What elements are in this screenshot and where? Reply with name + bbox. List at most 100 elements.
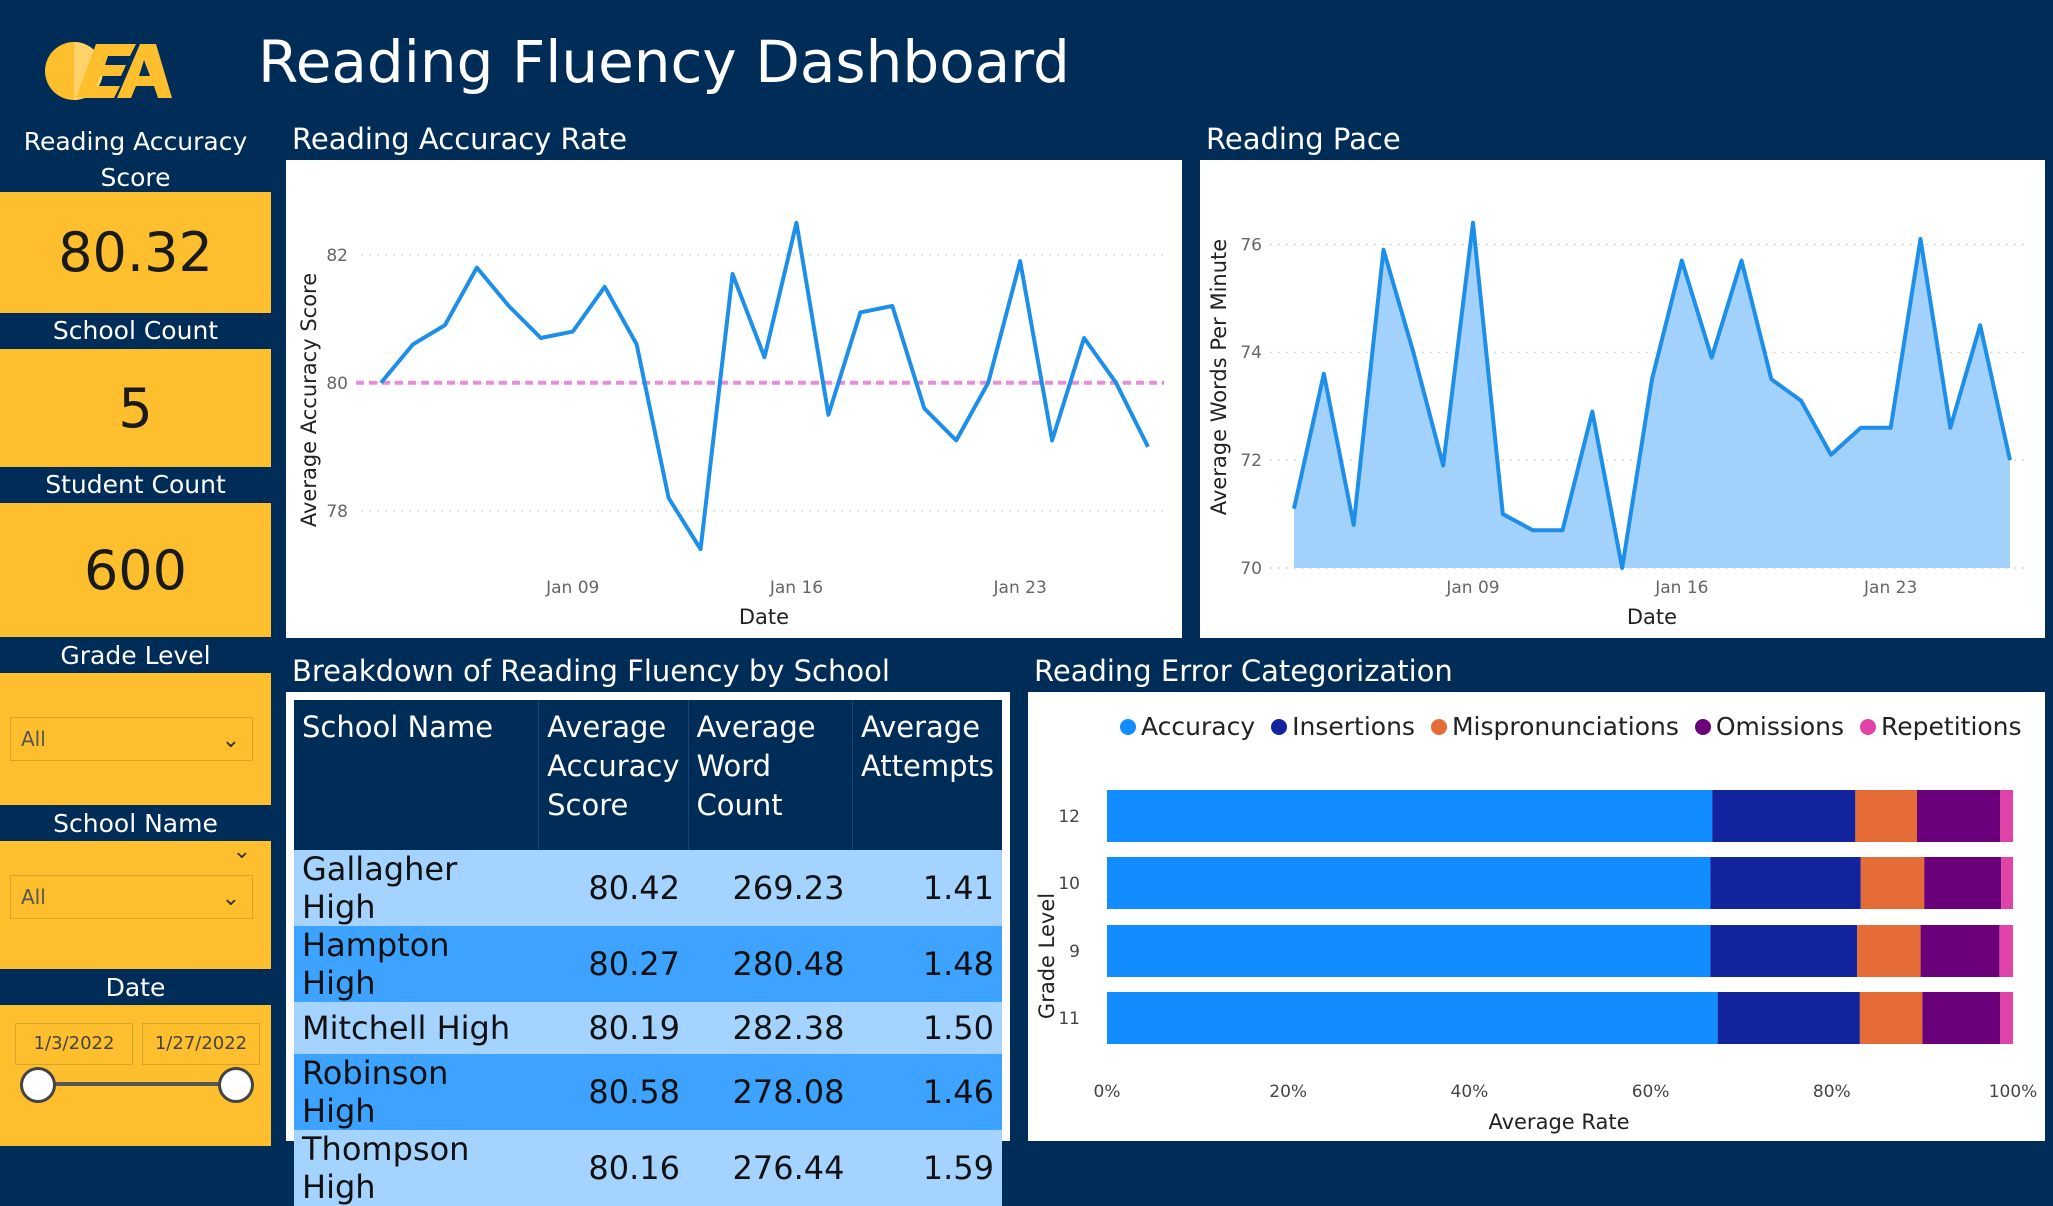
bar-segment[interactable]: [1107, 992, 1718, 1044]
pace-chart-title: Reading Pace: [1206, 122, 1401, 156]
accuracy-chart-panel: 78 80 82 Jan 09 Jan 16 Jan 23 Date Average A…: [286, 160, 1182, 638]
table-row[interactable]: Hampton High 80.27 280.48 1.48: [294, 926, 1002, 1002]
error-y-axis-label: Grade Level: [1035, 893, 1059, 1019]
student-count-label: Student Count: [0, 467, 271, 503]
school-count-value: 5: [118, 376, 153, 440]
legend-item[interactable]: Mispronunciations: [1430, 712, 1679, 741]
date-slider-start-handle[interactable]: [20, 1067, 56, 1103]
legend-dot: [1860, 718, 1877, 735]
bar-segment[interactable]: [1710, 925, 1858, 977]
error-stacked-bar-chart: 1210911 0% 20% 40% 60% 80% 100% Average Rate …: [1035, 790, 2037, 1134]
attempts-cell: 1.48: [852, 926, 1002, 1002]
y-tick-label: 70: [1240, 559, 1262, 579]
error-chart-panel: Accuracy Insertions Mispronunciations Omiss…: [1028, 692, 2045, 1141]
date-slider-end-handle[interactable]: [218, 1067, 254, 1103]
bar-segment[interactable]: [1916, 790, 2001, 842]
date-start-input[interactable]: 1/3/2022: [15, 1023, 133, 1065]
word-count-cell: 282.38: [688, 1002, 853, 1054]
accuracy-cell: 80.42: [538, 850, 689, 926]
x-tick-label: Jan 16: [1654, 578, 1708, 598]
date-slicer: 1/3/2022 1/27/2022: [0, 1005, 271, 1146]
x-tick-label: Jan 09: [545, 578, 599, 598]
accuracy-series-line: [379, 220, 1150, 552]
legend-label: Mispronunciations: [1451, 712, 1679, 741]
x-tick-label: Jan 16: [769, 578, 823, 598]
x-tick-label: 20%: [1269, 1082, 1307, 1102]
bar-segment[interactable]: [1924, 857, 2002, 909]
table-row[interactable]: Mitchell High 80.19 282.38 1.50: [294, 1002, 1002, 1054]
column-header-attempts[interactable]: Average Attempts: [852, 700, 1002, 850]
column-header-school-name[interactable]: School Name: [294, 700, 540, 850]
pace-x-axis-label: Date: [1627, 605, 1677, 629]
bar-segment[interactable]: [2000, 790, 2013, 842]
school-table-panel: School Name Average Accuracy Score Avera…: [286, 692, 1010, 1206]
table-row[interactable]: Gallagher High 80.42 269.23 1.41: [294, 850, 1002, 926]
grade-level-label: Grade Level: [0, 637, 271, 673]
grade-level-slicer: All ⌄: [0, 673, 271, 805]
bar-segment[interactable]: [1710, 857, 1861, 909]
legend-item[interactable]: Repetitions: [1860, 712, 2022, 741]
dashboard-title: Reading Fluency Dashboard: [258, 28, 1070, 96]
accuracy-score-value: 80.32: [58, 221, 213, 284]
bar-segment[interactable]: [2001, 857, 2013, 909]
legend-item[interactable]: Accuracy: [1120, 712, 1255, 741]
bar-segment[interactable]: [1107, 790, 1713, 842]
school-name-selected: All: [21, 885, 46, 909]
school-name-dropdown[interactable]: All ⌄: [10, 875, 253, 919]
column-header-accuracy[interactable]: Average Accuracy Score: [538, 700, 689, 850]
bar-segment[interactable]: [1922, 992, 2001, 1044]
legend-item[interactable]: Insertions: [1271, 712, 1415, 741]
legend-dot: [1694, 718, 1711, 735]
school-name-cell: Robinson High: [294, 1054, 539, 1130]
chevron-down-icon: ⌄: [221, 728, 240, 753]
legend-dot: [1271, 718, 1288, 735]
x-tick-label: 0%: [1094, 1082, 1121, 1102]
pace-chart-panel: 70 72 74 76 Jan 09 Jan 16 Jan 23 Date Average…: [1200, 160, 2045, 638]
bar-segment[interactable]: [2000, 992, 2013, 1044]
date-slider-track[interactable]: [40, 1082, 236, 1086]
accuracy-cell: 80.58: [538, 1054, 689, 1130]
school-count-label: School Count: [0, 313, 271, 349]
y-tick-label: 80: [326, 374, 348, 394]
error-chart-legend: Accuracy Insertions Mispronunciations Omiss…: [1120, 712, 2038, 741]
grade-level-dropdown[interactable]: All ⌄: [10, 717, 253, 761]
accuracy-x-axis-label: Date: [739, 605, 789, 629]
x-tick-label: Jan 09: [1445, 578, 1499, 598]
legend-label: Accuracy: [1141, 712, 1256, 741]
school-name-slicer: ⌄ All ⌄: [0, 839, 271, 969]
table-row[interactable]: Robinson High 80.58 278.08 1.46: [294, 1054, 1002, 1130]
bar-segment[interactable]: [1107, 925, 1711, 977]
word-count-cell: 280.48: [688, 926, 853, 1002]
school-name-cell: Hampton High: [294, 926, 539, 1002]
bar-segment[interactable]: [1859, 992, 1923, 1044]
column-header-word-count[interactable]: Average Word Count: [688, 700, 853, 850]
school-name-cell: Thompson High: [294, 1130, 539, 1206]
word-count-cell: 278.08: [688, 1054, 853, 1130]
attempts-cell: 1.59: [852, 1130, 1002, 1206]
student-count-value: 600: [83, 538, 188, 602]
bar-segment[interactable]: [1920, 925, 2000, 977]
table-row[interactable]: Thompson High 80.16 276.44 1.59: [294, 1130, 1002, 1206]
bar-segment[interactable]: [1999, 925, 2013, 977]
bar-segment[interactable]: [1107, 857, 1711, 909]
y-tick-label: 78: [326, 502, 348, 522]
word-count-cell: 276.44: [688, 1130, 853, 1206]
legend-item[interactable]: Omissions: [1694, 712, 1844, 741]
date-end-input[interactable]: 1/27/2022: [142, 1023, 260, 1065]
chevron-down-icon[interactable]: ⌄: [233, 839, 251, 864]
error-x-axis-label: Average Rate: [1488, 1110, 1629, 1134]
accuracy-score-card: 80.32: [0, 192, 271, 313]
bar-segment[interactable]: [1855, 790, 1917, 842]
oea-logo: [45, 42, 172, 100]
legend-label: Insertions: [1292, 712, 1415, 741]
bar-segment[interactable]: [1717, 992, 1860, 1044]
bar-segment[interactable]: [1857, 925, 1921, 977]
pace-area-fill: [1294, 222, 2010, 568]
accuracy-line-chart: 78 80 82 Jan 09 Jan 16 Jan 23 Date Average A…: [297, 220, 1164, 629]
bar-segment[interactable]: [1860, 857, 1925, 909]
y-tick-label: 74: [1240, 343, 1262, 363]
bar-segment[interactable]: [1712, 790, 1856, 842]
legend-dot: [1120, 718, 1136, 735]
chevron-down-icon: ⌄: [221, 886, 240, 911]
school-table: School Name Average Accuracy Score Avera…: [294, 700, 1002, 1206]
